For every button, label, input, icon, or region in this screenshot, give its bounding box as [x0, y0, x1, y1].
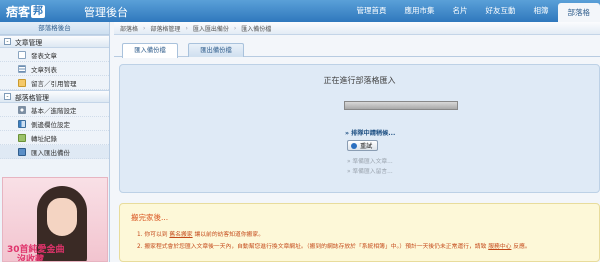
breadcrumb: 部落格 › 部落格管理 › 匯入匯出備份 › 匯入備份檔 [114, 22, 600, 35]
doc-icon [18, 50, 26, 59]
sidebar-section-label: 部落格管理 [15, 93, 49, 102]
import-progress-panel: 正在進行部落格匯入 » 排隊中請稍候... 重試 » 準備匯入文章... » 準… [119, 64, 600, 193]
sidebar-heading: 部落格後台 [0, 22, 109, 35]
step-import-articles: » 準備匯入文章... [347, 159, 393, 165]
breadcrumb-separator: › [233, 24, 237, 32]
logo-box: 邦 [31, 4, 46, 18]
layout-icon [18, 119, 26, 128]
sidebar-item-redirect-log[interactable]: 轉址紀錄 [0, 131, 109, 145]
breadcrumb-separator: › [185, 24, 188, 32]
sidebar-item-label: 側邊欄位設定 [31, 120, 70, 129]
breadcrumb-item: 匯入備份檔 [241, 25, 272, 33]
panel-title: 正在進行部落格匯入 [323, 76, 396, 85]
sidebar-item-sidebar-settings[interactable]: 側邊欄位設定 [0, 117, 109, 131]
sidebar-item-settings[interactable]: 基本／進階設定 [0, 103, 109, 117]
retry-button[interactable]: 重試 [347, 140, 379, 151]
breadcrumb-separator: › [143, 24, 146, 32]
step-import-comments: » 準備匯入留言... [347, 169, 393, 175]
refresh-icon [351, 142, 357, 149]
collapse-toggle-icon[interactable]: - [4, 93, 11, 100]
breadcrumb-item[interactable]: 部落格 [120, 24, 138, 33]
old-name-move-link[interactable]: 舊名搬家 [169, 232, 192, 238]
service-center-link[interactable]: 服務中心 [488, 244, 511, 250]
top-nav: 管理首頁 應用市集 名片 好友互動 相簿 部落格 [348, 0, 600, 22]
gear-icon [18, 105, 26, 114]
notice-text: 2. 搬家程式會於您匯入文章後一天內，自動幫您進行換文章網址。（搬到的網誌存放於… [137, 244, 489, 250]
app-title: 管理後台 [84, 6, 128, 19]
notice-line-1: 1. 你可以到 舊名搬家 讓以前的訪客知道你搬家。 [137, 229, 264, 238]
sidebar-item-label: 匯入匯出備份 [31, 148, 70, 157]
progress-bar [344, 101, 458, 110]
nav-app-market[interactable]: 應用市集 [396, 0, 444, 22]
notice-text: 1. 你可以到 [137, 232, 170, 238]
main-content: 部落格 › 部落格管理 › 匯入匯出備份 › 匯入備份檔 匯入備份檔 匯出備份檔… [114, 22, 600, 262]
sidebar-item-import-export[interactable]: 匯入匯出備份 [0, 145, 109, 159]
notice-text: 反應。 [511, 244, 531, 250]
import-icon [18, 147, 26, 156]
pixnet-logo[interactable]: 痞客 邦 [6, 3, 46, 19]
breadcrumb-item[interactable]: 部落格管理 [150, 24, 180, 33]
sidebar-section-label: 文章管理 [15, 38, 43, 47]
top-bar: 痞客 邦 管理後台 管理首頁 應用市集 名片 好友互動 相簿 部落格 [0, 0, 600, 22]
chat-icon [18, 78, 26, 87]
nav-profile-card[interactable]: 名片 [444, 0, 477, 22]
nav-admin-home[interactable]: 管理首頁 [348, 0, 396, 22]
sidebar-item-label: 留言／引用管理 [31, 79, 77, 88]
sidebar-item-comments[interactable]: 留言／引用管理 [0, 76, 109, 90]
sidebar-item-label: 轉址紀錄 [31, 134, 57, 143]
list-icon [18, 64, 26, 73]
nav-friends[interactable]: 好友互動 [477, 0, 525, 22]
ad-photo-face [47, 198, 77, 236]
sidebar-section-blog[interactable]: - 部落格管理 [0, 90, 109, 103]
queue-status: » 排隊中請稍候... [345, 130, 396, 137]
ad-banner[interactable]: 30首純愛金曲 沒收藏 [2, 177, 108, 262]
tab-export-backup[interactable]: 匯出備份檔 [188, 43, 244, 57]
retry-label: 重試 [360, 143, 373, 150]
tab-import-backup[interactable]: 匯入備份檔 [122, 43, 178, 58]
breadcrumb-item[interactable]: 匯入匯出備份 [193, 24, 229, 33]
notice-text: 讓以前的訪客知道你搬家。 [192, 232, 265, 238]
collapse-toggle-icon[interactable]: - [4, 38, 11, 45]
nav-album[interactable]: 相簿 [525, 0, 558, 22]
ad-text-2: 沒收藏 [17, 255, 45, 262]
notice-title: 搬完家後... [131, 213, 169, 222]
nav-blog[interactable]: 部落格 [557, 3, 600, 22]
logo-text: 痞客 [6, 4, 31, 19]
sidebar-item-new-post[interactable]: 發表文章 [0, 48, 109, 62]
sidebar-item-article-list[interactable]: 文章列表 [0, 62, 109, 76]
sidebar-item-label: 基本／進階設定 [31, 106, 77, 115]
log-icon [18, 133, 26, 142]
sidebar-section-articles[interactable]: - 文章管理 [0, 35, 109, 48]
notice-line-2: 2. 搬家程式會於您匯入文章後一天內，自動幫您進行換文章網址。（搬到的網誌存放於… [137, 241, 531, 250]
after-move-notice: 搬完家後... 1. 你可以到 舊名搬家 讓以前的訪客知道你搬家。 2. 搬家程… [119, 203, 600, 262]
sidebar-item-label: 發表文章 [31, 51, 57, 60]
tab-bar: 匯入備份檔 匯出備份檔 [114, 35, 600, 58]
sidebar-item-label: 文章列表 [31, 65, 57, 74]
